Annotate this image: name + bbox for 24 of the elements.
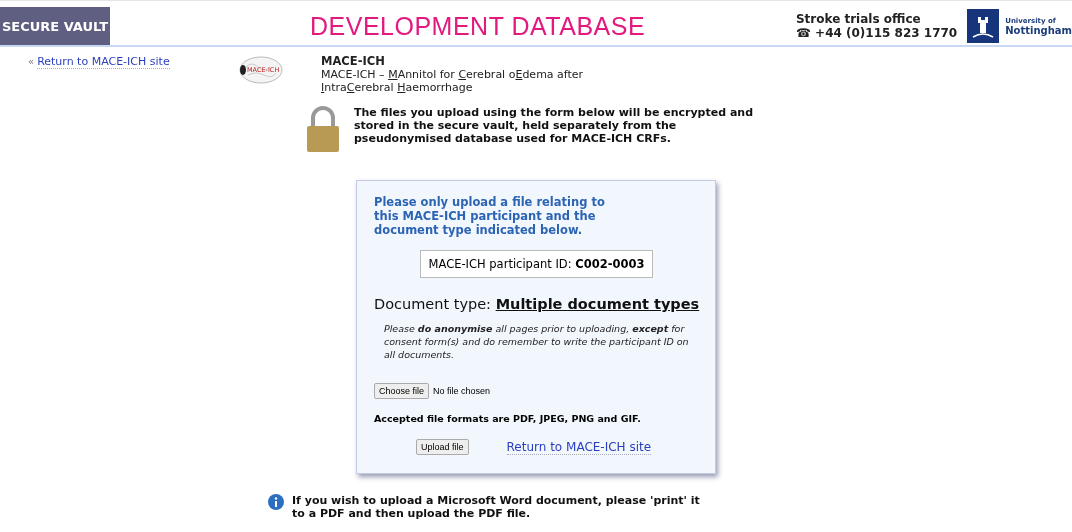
choose-file-button[interactable]: Choose file: [374, 383, 430, 399]
document-type: Document type: Multiple document types: [374, 296, 699, 312]
file-status: No file chosen: [433, 386, 491, 396]
brain-logo: [238, 55, 283, 87]
anonymise-note: Please do anonymise all pages prior to uploading, except for consent form(s) and do remember to write the participant ID on all documents.: [384, 322, 690, 361]
upload-file-button[interactable]: Upload file: [416, 439, 469, 455]
upload-instructions: Please only upload a file relating to this MACE-ICH participant and the document type indicated below.: [374, 195, 606, 237]
word-document-note: If you wish to upload a Microsoft Word document, please 'print' it to a PDF and then upload the PDF file.: [292, 494, 701, 520]
phone-number: ☎ +44 (0)115 823 1770: [795, 26, 958, 40]
vault-notice: The files you upload using the form below will be encrypted and stored in the secure vault, held separately from the pseudonymised database used for MACE-ICH CRFs.: [354, 106, 754, 145]
office-name: Stroke trials office: [795, 12, 922, 26]
study-description: MACE-ICH – MAnnitol for Cerebral oEdema after IntraCerebral Haemorrhage: [321, 68, 585, 94]
info-icon: [268, 494, 284, 510]
secure-vault-badge: SECURE VAULT: [0, 7, 110, 45]
castle-icon: [967, 9, 1000, 43]
participant-id: MACE-ICH participant ID: C002-0003: [419, 250, 654, 278]
page-title: DEVELOPMENT DATABASE: [310, 10, 646, 42]
university-name: Nottingham: [1005, 26, 1072, 36]
study-name: MACE-ICH: [321, 55, 386, 68]
return-link[interactable]: Return to MACE-ICH site: [37, 55, 170, 69]
back-arrow: «: [28, 56, 35, 67]
padlock-icon: [306, 106, 340, 152]
accepted-formats: Accepted file formats are PDF, JPEG, PNG and GIF.: [374, 413, 642, 424]
return-link[interactable]: Return to MACE-ICH site: [506, 439, 652, 455]
